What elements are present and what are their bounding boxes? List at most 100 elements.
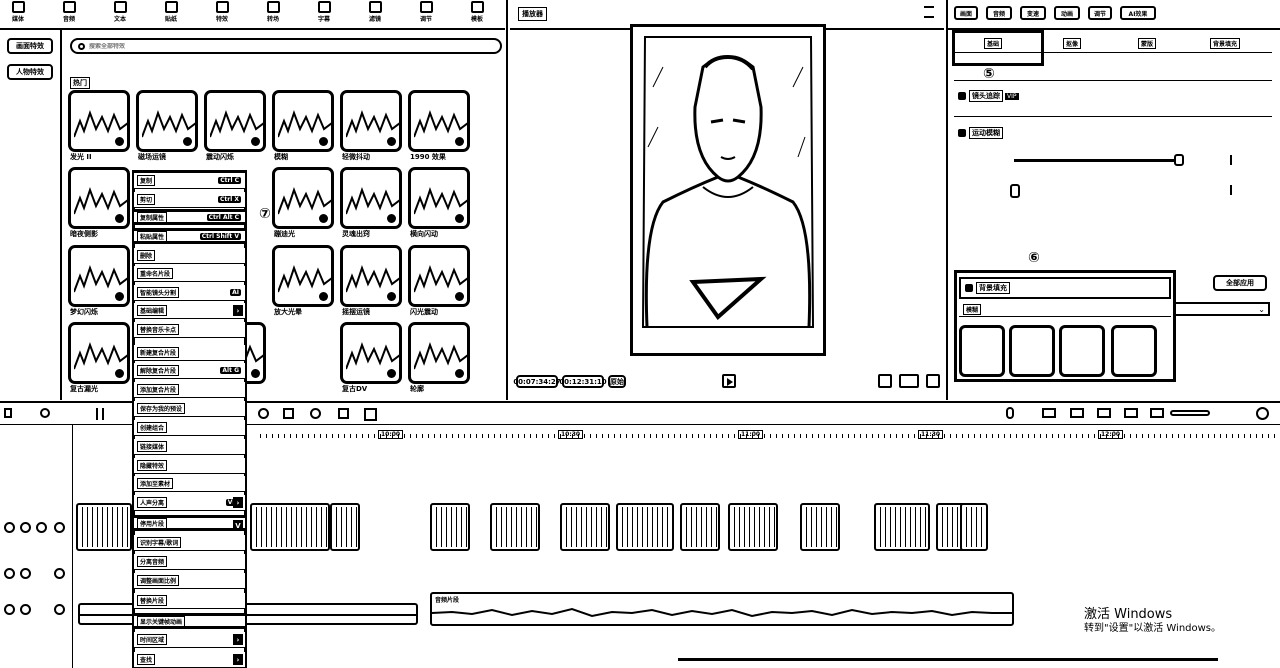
play-icon[interactable] <box>722 374 736 388</box>
video-clip[interactable] <box>616 503 674 551</box>
keyframe-icon[interactable] <box>1230 155 1238 165</box>
audio-clip[interactable]: 音频片段 <box>430 592 1014 626</box>
tool-icon[interactable] <box>258 408 269 419</box>
menu-item[interactable]: 复制属性 Ctrl Alt C <box>134 209 245 225</box>
effect-card[interactable] <box>68 90 130 152</box>
motion-blur-row[interactable]: 运动模糊 <box>958 127 1003 139</box>
menu-item[interactable]: 时间区域 › <box>134 632 245 648</box>
checkbox-icon[interactable] <box>965 284 973 292</box>
select-tool-icon[interactable] <box>4 408 12 418</box>
video-clip[interactable] <box>680 503 720 551</box>
effect-card[interactable] <box>68 245 130 307</box>
menu-item[interactable]: 显示关键帧动画 <box>134 613 245 629</box>
aspect-ratio-icon[interactable] <box>899 374 919 388</box>
menu-item[interactable]: 删除 <box>134 248 245 264</box>
toolbar-filter-button[interactable]: 滤镜 <box>357 0 393 26</box>
background-select[interactable]: 模糊 <box>959 303 1171 317</box>
lock-icon[interactable] <box>4 568 15 579</box>
tool-icon[interactable] <box>1042 408 1056 418</box>
horizontal-scrollbar[interactable] <box>678 658 1218 661</box>
checkbox-icon[interactable] <box>958 92 966 100</box>
tab-2[interactable]: 变速 <box>1020 6 1046 20</box>
background-fill-header[interactable]: 背景填充 <box>959 277 1171 299</box>
tool-icon[interactable] <box>1124 408 1138 418</box>
toolbar-text-button[interactable]: 文本 <box>102 0 138 26</box>
download-icon[interactable] <box>455 214 464 223</box>
toolbar-caption-button[interactable]: 字幕 <box>306 0 342 26</box>
effect-card[interactable] <box>272 90 334 152</box>
toolbar-audio-button[interactable]: 音频 <box>51 0 87 26</box>
effect-card[interactable] <box>272 245 334 307</box>
effect-card[interactable] <box>272 167 334 229</box>
download-icon[interactable] <box>387 369 396 378</box>
menu-item[interactable]: 隐藏特效 <box>134 458 245 474</box>
menu-item[interactable]: 调整画面比例 <box>134 573 245 589</box>
download-icon[interactable] <box>251 137 260 146</box>
toolbar-template-button[interactable]: 模板 <box>459 0 495 26</box>
effect-card[interactable] <box>68 167 130 229</box>
download-icon[interactable] <box>319 137 328 146</box>
apply-all-button[interactable]: 全部应用 <box>1213 275 1267 291</box>
slider-handle[interactable] <box>1174 154 1184 166</box>
eye-icon[interactable] <box>20 522 31 533</box>
slider-handle-2[interactable] <box>1010 184 1020 198</box>
sidebar-item-screen-effects[interactable]: 画面特效 <box>7 38 53 54</box>
eye-icon[interactable] <box>20 568 31 579</box>
video-clip[interactable] <box>250 503 330 551</box>
video-clip[interactable] <box>874 503 930 551</box>
video-clip[interactable] <box>330 503 360 551</box>
tool-icon[interactable] <box>1070 408 1084 418</box>
bg-thumb-1[interactable] <box>959 325 1005 377</box>
download-icon[interactable] <box>387 292 396 301</box>
download-icon[interactable] <box>455 369 464 378</box>
search-bar[interactable] <box>70 38 502 54</box>
search-input[interactable] <box>89 42 469 50</box>
effect-card[interactable] <box>408 90 470 152</box>
bg-thumb-2[interactable] <box>1009 325 1055 377</box>
fit-icon[interactable] <box>878 374 892 388</box>
effect-card[interactable] <box>340 245 402 307</box>
split-icon[interactable] <box>96 408 104 420</box>
video-clip[interactable] <box>76 503 132 551</box>
menu-item[interactable]: 复制 Ctrl C <box>134 173 245 189</box>
effect-card[interactable] <box>136 90 198 152</box>
menu-item[interactable]: 查找 › <box>134 652 245 668</box>
tab-3[interactable]: 动画 <box>1054 6 1080 20</box>
download-icon[interactable] <box>115 137 124 146</box>
effect-card[interactable] <box>340 90 402 152</box>
sub-tab-2[interactable]: 蒙版 <box>1138 38 1157 49</box>
video-clip[interactable] <box>490 503 540 551</box>
undo-icon[interactable] <box>40 408 50 418</box>
select-dropdown-extension[interactable]: ⌄ <box>1174 302 1270 316</box>
menu-item[interactable]: 剪切 Ctrl X <box>134 192 245 208</box>
tool-icon[interactable] <box>310 408 321 419</box>
menu-item[interactable]: 添加至素材 <box>134 476 245 492</box>
menu-item[interactable]: 分离音频 <box>134 554 245 570</box>
download-icon[interactable] <box>183 137 192 146</box>
menu-item[interactable]: 粘贴属性 Ctrl Shift V <box>134 228 245 244</box>
effect-card[interactable] <box>340 322 402 384</box>
effect-card[interactable] <box>68 322 130 384</box>
blur-slider[interactable] <box>1014 154 1184 166</box>
lock-icon[interactable] <box>4 522 15 533</box>
bg-thumb-4[interactable] <box>1111 325 1157 377</box>
tool-icon[interactable] <box>1150 408 1164 418</box>
menu-item[interactable]: 替换片段 <box>134 593 245 609</box>
download-icon[interactable] <box>115 369 124 378</box>
toolbar-adjust-button[interactable]: 调节 <box>408 0 444 26</box>
download-icon[interactable] <box>387 137 396 146</box>
tab-4[interactable]: 调节 <box>1088 6 1112 20</box>
tool-icon[interactable] <box>338 408 349 419</box>
sub-tab-3[interactable]: 背景填充 <box>1210 38 1241 49</box>
tab-1[interactable]: 音频 <box>986 6 1012 20</box>
video-clip[interactable] <box>430 503 470 551</box>
sub-tab-1[interactable]: 抠像 <box>1063 38 1082 49</box>
menu-item[interactable]: 停用片段 V <box>134 515 245 531</box>
fullscreen-icon[interactable] <box>926 374 940 388</box>
audio-clip-left[interactable] <box>78 603 418 625</box>
video-clip[interactable] <box>728 503 778 551</box>
ratio-button[interactable]: 原始 <box>608 375 626 388</box>
toolbar-transition-button[interactable]: 转场 <box>255 0 291 26</box>
menu-icon[interactable] <box>924 6 934 18</box>
keyframe-icon[interactable] <box>1230 185 1238 195</box>
